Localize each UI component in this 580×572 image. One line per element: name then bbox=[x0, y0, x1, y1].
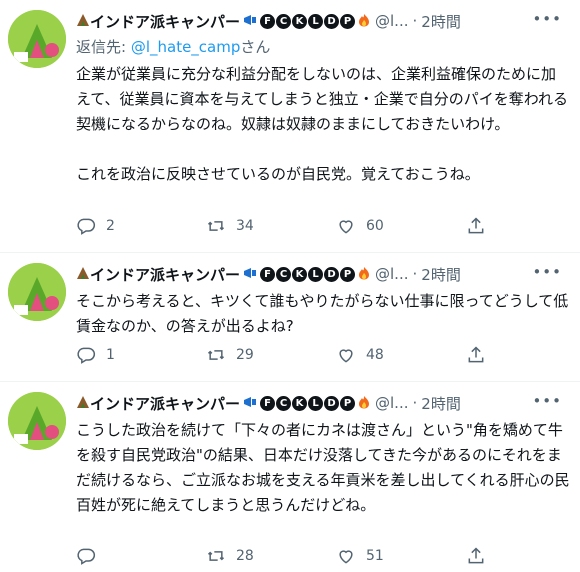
heart-icon bbox=[339, 349, 353, 363]
avatar[interactable] bbox=[8, 263, 66, 321]
circled-letter: D bbox=[324, 395, 340, 411]
share-icon bbox=[468, 547, 484, 564]
tweet[interactable]: インドア派キャンパー F C K L D P @l... · 2時間 ••• こ… bbox=[0, 382, 580, 572]
circled-letter: K bbox=[292, 395, 308, 411]
reply-icon bbox=[77, 548, 96, 565]
tweet-actions: 28 51 bbox=[76, 544, 516, 568]
tweet-actions: 1 29 48 bbox=[76, 343, 516, 367]
tweet[interactable]: インドア派キャンパー F C K L D P @l... · 2時間 ••• 返… bbox=[0, 0, 580, 244]
like-button[interactable]: 48 bbox=[336, 345, 466, 365]
avatar[interactable] bbox=[8, 392, 66, 450]
circled-letters: F C K L D P bbox=[260, 13, 356, 29]
like-count: 60 bbox=[366, 218, 384, 234]
like-count: 51 bbox=[366, 548, 384, 564]
circled-letter: D bbox=[324, 266, 340, 282]
circled-letter: K bbox=[292, 13, 308, 29]
tweet-text: そこから考えると、キツくて誰もやりたがらない仕事に限ってどうして低賃金なのか、の… bbox=[76, 292, 569, 335]
reply-to-handle-link[interactable]: @l_hate_camp bbox=[131, 38, 241, 56]
retweet-button[interactable]: 28 bbox=[206, 546, 336, 566]
share-button[interactable] bbox=[466, 216, 496, 236]
megaphone-emoji-icon bbox=[243, 265, 257, 283]
heart-icon bbox=[339, 220, 353, 234]
circled-letter: D bbox=[324, 13, 340, 29]
circled-letter: K bbox=[292, 266, 308, 282]
tent-emoji-icon bbox=[76, 265, 90, 283]
fire-emoji-icon bbox=[357, 12, 371, 30]
circled-letters: F C K L D P bbox=[260, 395, 356, 411]
retweet-icon bbox=[207, 221, 225, 231]
reply-count: 1 bbox=[106, 347, 115, 363]
megaphone-emoji-icon bbox=[243, 394, 257, 412]
circled-letter: C bbox=[276, 266, 292, 282]
circled-letter: P bbox=[340, 266, 356, 282]
timestamp[interactable]: 2時間 bbox=[421, 393, 461, 414]
reply-to-label: 返信先: bbox=[76, 38, 131, 56]
circled-letters: F C K L D P bbox=[260, 266, 356, 282]
fire-emoji-icon bbox=[357, 265, 371, 283]
author-handle[interactable]: @l... bbox=[375, 265, 408, 283]
reply-to-suffix: さん bbox=[240, 38, 271, 56]
circled-letter: L bbox=[308, 13, 324, 29]
reply-count: 2 bbox=[106, 218, 115, 234]
ellipsis-icon[interactable]: ••• bbox=[532, 10, 562, 28]
circled-letter: F bbox=[260, 395, 276, 411]
share-icon bbox=[468, 217, 484, 234]
share-button[interactable] bbox=[466, 345, 496, 365]
circled-letter: P bbox=[340, 13, 356, 29]
retweet-count: 28 bbox=[236, 548, 254, 564]
circled-letter: P bbox=[340, 395, 356, 411]
author-name[interactable]: インドア派キャンパー bbox=[90, 393, 240, 414]
heart-icon bbox=[339, 550, 353, 564]
circled-letter: C bbox=[276, 395, 292, 411]
fire-emoji-icon bbox=[357, 394, 371, 412]
circled-letter: F bbox=[260, 13, 276, 29]
circled-letter: L bbox=[308, 266, 324, 282]
tweet-actions: 2 34 60 bbox=[76, 214, 516, 238]
retweet-count: 29 bbox=[236, 347, 254, 363]
reply-icon bbox=[77, 218, 96, 235]
circled-letter: L bbox=[308, 395, 324, 411]
share-button[interactable] bbox=[466, 546, 496, 566]
tweet-header: インドア派キャンパー F C K L D P @l... · 2時間 ••• bbox=[76, 263, 572, 285]
reply-button[interactable] bbox=[76, 546, 206, 566]
reply-button[interactable]: 2 bbox=[76, 216, 206, 236]
timestamp[interactable]: 2時間 bbox=[421, 11, 461, 32]
separator-dot: · bbox=[412, 12, 418, 30]
timestamp[interactable]: 2時間 bbox=[421, 264, 461, 285]
retweet-icon bbox=[207, 551, 225, 561]
reply-icon bbox=[77, 347, 96, 364]
author-name[interactable]: インドア派キャンパー bbox=[90, 11, 240, 32]
tweet-text: こうした政治を続けて「下々の者にカネは渡さん」という"角を矯めて牛を殺す自民党政… bbox=[76, 421, 570, 514]
retweet-icon bbox=[207, 350, 225, 360]
megaphone-emoji-icon bbox=[243, 12, 257, 30]
like-count: 48 bbox=[366, 347, 384, 363]
reply-button[interactable]: 1 bbox=[76, 345, 206, 365]
ellipsis-icon[interactable]: ••• bbox=[532, 263, 562, 281]
retweet-count: 34 bbox=[236, 218, 254, 234]
author-handle[interactable]: @l... bbox=[375, 394, 408, 412]
tweet-text: 企業が従業員に充分な利益分配をしないのは、企業利益確保のために加えて、従業員に資… bbox=[76, 65, 569, 183]
tent-emoji-icon bbox=[76, 394, 90, 412]
separator-dot: · bbox=[412, 394, 418, 412]
reply-to-line: 返信先: @l_hate_campさん bbox=[76, 36, 270, 57]
separator-dot: · bbox=[412, 265, 418, 283]
tweet[interactable]: インドア派キャンパー F C K L D P @l... · 2時間 ••• そ… bbox=[0, 253, 580, 381]
circled-letter: F bbox=[260, 266, 276, 282]
avatar[interactable] bbox=[8, 10, 66, 68]
ellipsis-icon[interactable]: ••• bbox=[532, 392, 562, 410]
share-icon bbox=[468, 346, 484, 363]
like-button[interactable]: 51 bbox=[336, 546, 466, 566]
like-button[interactable]: 60 bbox=[336, 216, 466, 236]
tent-emoji-icon bbox=[76, 12, 90, 30]
author-handle[interactable]: @l... bbox=[375, 12, 408, 30]
author-name[interactable]: インドア派キャンパー bbox=[90, 264, 240, 285]
tweet-header: インドア派キャンパー F C K L D P @l... · 2時間 ••• bbox=[76, 392, 572, 414]
retweet-button[interactable]: 34 bbox=[206, 216, 336, 236]
tweet-header: インドア派キャンパー F C K L D P @l... · 2時間 ••• bbox=[76, 10, 572, 32]
retweet-button[interactable]: 29 bbox=[206, 345, 336, 365]
circled-letter: C bbox=[276, 13, 292, 29]
